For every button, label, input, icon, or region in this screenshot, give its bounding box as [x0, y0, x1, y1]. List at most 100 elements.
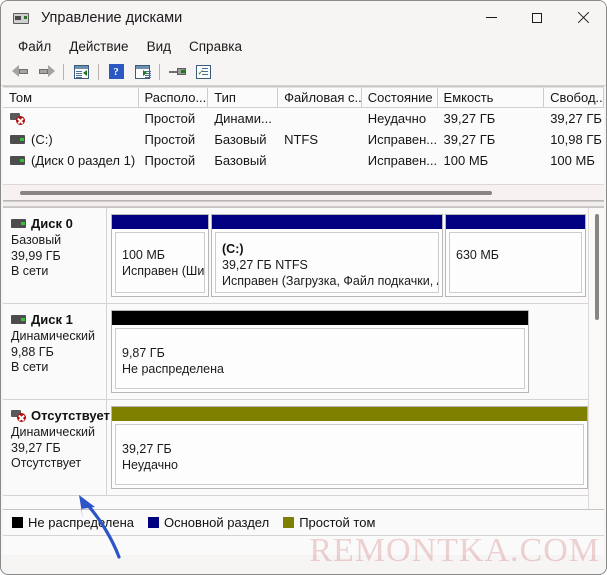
partition-color-bar — [112, 311, 528, 325]
window-controls — [468, 1, 606, 34]
disk-row[interactable]: Диск 0 Базовый 39,99 ГБ В сети 100 МБ Ис… — [3, 208, 604, 304]
menu-item-action[interactable]: Действие — [60, 37, 137, 56]
disk-icon — [11, 219, 26, 228]
disk-title: Диск 1 — [31, 312, 73, 327]
missing-disk-icon — [11, 409, 26, 422]
partition-body: (C:) 39,27 ГБ NTFS Исправен (Загрузка, Ф… — [215, 232, 439, 293]
status-bar — [3, 535, 604, 555]
maximize-icon — [532, 12, 542, 23]
volume-capacity: 39,27 ГБ — [443, 111, 496, 126]
partition[interactable]: (C:) 39,27 ГБ NTFS Исправен (Загрузка, Ф… — [211, 214, 443, 297]
volume-list-header: Том Располо... Тип Файловая с... Состоян… — [3, 87, 604, 108]
volume-icon — [10, 135, 25, 144]
disk-pane-vertical-scrollbar[interactable] — [588, 208, 604, 509]
disk-title: Отсутствует — [31, 408, 110, 423]
menu-item-help[interactable]: Справка — [180, 37, 251, 56]
disk-state: В сети — [11, 360, 49, 374]
legend-item-primary-partition: Основной раздел — [148, 515, 269, 530]
volume-free: 10,98 ГБ — [550, 132, 602, 147]
scrollbar-thumb[interactable] — [20, 191, 492, 195]
close-button[interactable] — [560, 1, 606, 34]
disk-info-panel[interactable]: Диск 1 Динамический 9,88 ГБ В сети — [3, 304, 107, 399]
rescan-disks-button[interactable] — [165, 61, 189, 83]
disk-icon — [11, 315, 26, 324]
close-icon — [577, 12, 589, 24]
disk-title: Диск 0 — [31, 216, 73, 231]
partition-status: Неудачно — [122, 457, 179, 472]
partition[interactable]: 100 МБ Исправен (Шиф — [111, 214, 209, 297]
disk-state: В сети — [11, 264, 49, 278]
menu-item-file[interactable]: Файл — [9, 37, 60, 56]
volume-layout: Простой — [144, 153, 196, 168]
show-console-tree-icon — [73, 64, 89, 79]
forward-arrow-icon — [38, 65, 55, 78]
help-icon: ? — [108, 64, 124, 79]
partition-body: 39,27 ГБ Неудачно — [115, 424, 584, 485]
menu-item-view[interactable]: Вид — [138, 37, 180, 56]
partition-status: Исправен (Шиф — [122, 264, 205, 278]
column-header-volume[interactable]: Том — [3, 87, 139, 107]
legend: Не распределена Основной раздел Простой … — [3, 509, 604, 535]
properties-button[interactable]: ✓ — [191, 61, 215, 83]
minimize-icon — [485, 17, 497, 18]
column-header-status[interactable]: Состояние — [361, 87, 438, 107]
volume-name: (C:) — [31, 132, 53, 147]
toolbar-separator — [98, 63, 99, 80]
volume-name: (Диск 0 раздел 1) — [31, 153, 136, 168]
volume-list-pane: Том Располо... Тип Файловая с... Состоян… — [3, 86, 604, 201]
disk-size: 39,99 ГБ — [11, 248, 61, 263]
partition-label: (C:) — [222, 241, 244, 256]
volume-icon — [10, 156, 25, 165]
disk-type: Динамический — [11, 329, 96, 343]
disk-size: 9,88 ГБ — [11, 344, 54, 359]
column-header-capacity[interactable]: Емкость — [437, 87, 545, 107]
volume-type: Динами... — [214, 111, 272, 126]
disk-info-panel[interactable]: Отсутствует Динамический 39,27 ГБ Отсутс… — [3, 400, 110, 495]
menu-bar: Файл Действие Вид Справка — [1, 34, 606, 58]
column-header-filesystem[interactable]: Файловая с... — [278, 87, 362, 107]
volume-status: Неудачно — [367, 111, 427, 126]
minimize-button[interactable] — [468, 1, 514, 34]
legend-item-simple-volume: Простой том — [283, 515, 375, 530]
back-arrow-icon — [11, 65, 29, 78]
help-button[interactable]: ? — [104, 61, 128, 83]
scrollbar-thumb[interactable] — [595, 214, 599, 320]
partition-size: 630 МБ — [456, 248, 499, 262]
show-console-tree-button[interactable] — [69, 61, 93, 83]
partition[interactable]: 39,27 ГБ Неудачно — [111, 406, 588, 489]
table-row[interactable]: (Диск 0 раздел 1) Простой Базовый Исправ… — [3, 150, 604, 171]
volume-list-horizontal-scrollbar[interactable] — [3, 184, 604, 200]
partition[interactable]: 9,87 ГБ Не распределена — [111, 310, 529, 393]
column-header-type[interactable]: Тип — [208, 87, 279, 107]
volume-capacity: 39,27 ГБ — [443, 132, 496, 147]
disk-row[interactable]: Отсутствует Динамический 39,27 ГБ Отсутс… — [3, 400, 604, 496]
disk-management-window: Управление дисками Файл Действие Вид Спр… — [0, 0, 607, 575]
forward-button[interactable] — [34, 61, 58, 83]
disk-info-panel[interactable]: Диск 0 Базовый 39,99 ГБ В сети — [3, 208, 107, 303]
show-action-pane-button[interactable] — [130, 61, 154, 83]
column-header-layout[interactable]: Располо... — [138, 87, 209, 107]
volume-capacity: 100 МБ — [443, 153, 489, 168]
properties-icon: ✓ — [195, 64, 211, 79]
maximize-button[interactable] — [514, 1, 560, 34]
back-button[interactable] — [8, 61, 32, 83]
column-header-free[interactable]: Свобод... — [544, 87, 604, 107]
disk-size: 39,27 ГБ — [11, 440, 61, 455]
volume-list-rows: Простой Динами... Неудачно 39,27 ГБ 39,2… — [3, 108, 604, 171]
partition-size: 39,27 ГБ NTFS — [222, 257, 308, 272]
disk-state: Отсутствует — [11, 456, 82, 470]
toolbar-separator — [63, 63, 64, 80]
volume-status: Исправен... — [367, 153, 438, 168]
legend-swatch-icon — [283, 517, 295, 528]
failed-volume-icon — [10, 112, 25, 125]
volume-layout: Простой — [144, 111, 196, 126]
disk-graphical-pane: Диск 0 Базовый 39,99 ГБ В сети 100 МБ Ис… — [3, 207, 604, 509]
partition-status: Не распределена — [122, 361, 224, 376]
disk-row[interactable]: Диск 1 Динамический 9,88 ГБ В сети 9,87 … — [3, 304, 604, 400]
table-row[interactable]: (C:) Простой Базовый NTFS Исправен... 39… — [3, 129, 604, 150]
partition[interactable]: 630 МБ — [445, 214, 586, 297]
disk-partitions: 9,87 ГБ Не распределена — [107, 304, 604, 399]
partition-size: 39,27 ГБ — [122, 441, 172, 456]
table-row[interactable]: Простой Динами... Неудачно 39,27 ГБ 39,2… — [3, 108, 604, 129]
title-bar: Управление дисками — [1, 1, 606, 34]
